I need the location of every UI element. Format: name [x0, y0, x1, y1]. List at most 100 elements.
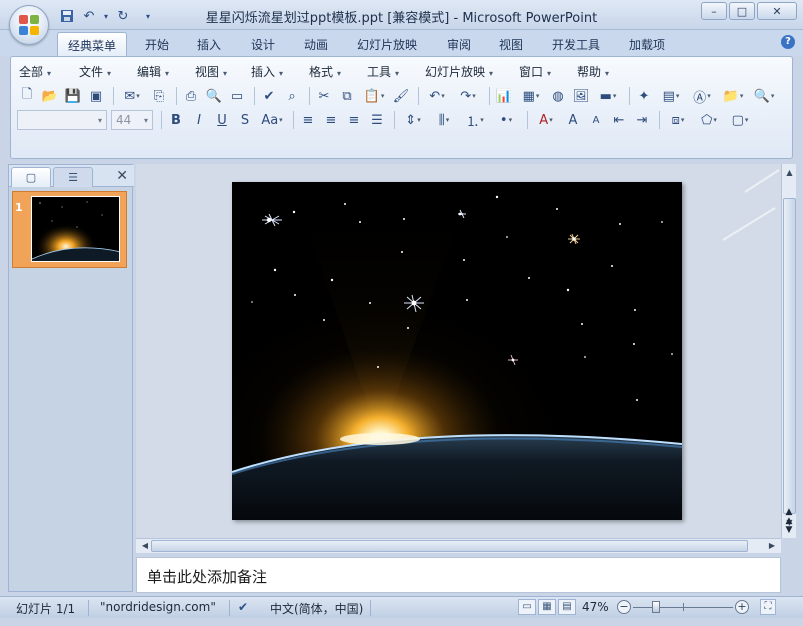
- close-icon[interactable]: ✕: [116, 168, 128, 184]
- cut-icon[interactable]: ✂: [314, 86, 334, 106]
- prev-next-slide-icon[interactable]: ▲ ▲ ▼: [783, 508, 795, 538]
- shape-outline-icon[interactable]: ▢ ▾: [726, 110, 754, 130]
- align-right-icon[interactable]: ≡: [344, 110, 364, 130]
- slideshow-view-icon[interactable]: ▤: [558, 599, 576, 615]
- email-icon[interactable]: ✉ ▾: [118, 86, 146, 106]
- picture-icon[interactable]: 🖼: [571, 86, 591, 106]
- fill-color-icon[interactable]: ▬ ▾: [594, 86, 622, 106]
- menu-all[interactable]: 全部 ▾: [19, 63, 79, 81]
- folder-icon[interactable]: 📁 ▾: [719, 86, 747, 106]
- tab-review[interactable]: 审阅: [436, 32, 482, 56]
- menu-slideshow[interactable]: 幻灯片放映 ▾: [425, 63, 519, 81]
- slide-info: 幻灯片 1/1: [16, 602, 76, 616]
- menu-help[interactable]: 帮助 ▾: [577, 63, 627, 81]
- table-icon[interactable]: ▦ ▾: [517, 86, 545, 106]
- menu-file[interactable]: 文件 ▾: [79, 63, 137, 81]
- shapes-icon[interactable]: ⬠ ▾: [695, 110, 723, 130]
- shrink-font-icon[interactable]: A: [586, 110, 606, 130]
- align-center-icon[interactable]: ≡: [321, 110, 341, 130]
- office-button[interactable]: [9, 5, 49, 45]
- notes-pane[interactable]: 单击此处添加备注: [136, 557, 781, 593]
- scroll-thumb[interactable]: [151, 540, 748, 552]
- scroll-thumb[interactable]: [783, 198, 796, 514]
- chart-icon[interactable]: 📊: [494, 86, 514, 106]
- spelling-check-icon[interactable]: ✔: [238, 600, 248, 614]
- change-case-button[interactable]: Aa ▾: [258, 110, 286, 130]
- slide-sorter-icon[interactable]: ▦: [538, 599, 556, 615]
- attachment-icon[interactable]: ⎘: [149, 86, 169, 106]
- zoom-slider-knob[interactable]: [652, 601, 660, 613]
- align-left-icon[interactable]: ≡: [298, 110, 318, 130]
- horizontal-scrollbar[interactable]: ◀ ▶: [136, 538, 781, 553]
- tab-home[interactable]: 开始: [134, 32, 180, 56]
- open-icon[interactable]: 📂: [40, 86, 60, 106]
- menu-window[interactable]: 窗口 ▾: [519, 63, 577, 81]
- menu-format[interactable]: 格式 ▾: [309, 63, 367, 81]
- research-icon[interactable]: ⌕: [282, 86, 302, 106]
- justify-icon[interactable]: ☰: [367, 110, 387, 130]
- text-box-icon[interactable]: Ⓐ ▾: [688, 86, 716, 106]
- new-slide-icon[interactable]: ✦: [634, 86, 654, 106]
- menu-edit[interactable]: 编辑 ▾: [137, 63, 195, 81]
- tab-developer[interactable]: 开发工具: [545, 32, 607, 56]
- slide[interactable]: [232, 182, 682, 520]
- tab-slideshow[interactable]: 幻灯片放映: [350, 32, 424, 56]
- clipart-icon[interactable]: ◍: [548, 86, 568, 106]
- save-icon[interactable]: 💾: [63, 86, 83, 106]
- new-icon[interactable]: 🗋: [17, 86, 37, 106]
- shadow-button[interactable]: S: [235, 110, 255, 130]
- minimize-button[interactable]: –: [701, 2, 727, 20]
- copy-icon[interactable]: ⧉: [337, 86, 357, 106]
- permission-icon[interactable]: ▣: [86, 86, 106, 106]
- underline-button[interactable]: U: [212, 110, 232, 130]
- text-direction-icon[interactable]: ⇕ ▾: [399, 110, 427, 130]
- bold-button[interactable]: B: [166, 110, 186, 130]
- zoom-icon[interactable]: 🔍 ▾: [750, 86, 778, 106]
- normal-view-icon[interactable]: ▭: [518, 599, 536, 615]
- close-button[interactable]: ✕: [757, 2, 797, 20]
- increase-indent-icon[interactable]: ⇥: [632, 110, 652, 130]
- decrease-indent-icon[interactable]: ⇤: [609, 110, 629, 130]
- font-size-combo[interactable]: 44 ▾: [111, 110, 153, 130]
- print-icon[interactable]: ⎙: [181, 86, 201, 106]
- font-color-icon[interactable]: A ▾: [532, 110, 560, 130]
- bullets-icon[interactable]: • ▾: [492, 110, 520, 130]
- tab-addins[interactable]: 加载项: [620, 32, 674, 56]
- scroll-right-icon[interactable]: ▶: [765, 539, 779, 553]
- slide-layout-icon[interactable]: ▤ ▾: [657, 86, 685, 106]
- language-label[interactable]: 中文(简体，中国): [270, 600, 363, 617]
- spelling-icon[interactable]: ✔: [259, 86, 279, 106]
- tab-animations[interactable]: 动画: [293, 32, 339, 56]
- redo-icon[interactable]: ↷ ▾: [454, 86, 482, 106]
- maximize-button[interactable]: □: [729, 2, 755, 20]
- grow-font-icon[interactable]: A: [563, 110, 583, 130]
- format-painter-icon[interactable]: 🖌: [391, 86, 411, 106]
- scroll-up-icon[interactable]: ▲: [783, 166, 796, 180]
- menu-insert[interactable]: 插入 ▾: [251, 63, 309, 81]
- numbering-icon[interactable]: ⒈ ▾: [461, 110, 489, 130]
- paste-icon[interactable]: 📋 ▾: [360, 86, 388, 106]
- tab-slides[interactable]: ▢: [11, 167, 51, 187]
- tab-insert[interactable]: 插入: [186, 32, 232, 56]
- help-icon[interactable]: ?: [781, 35, 795, 49]
- print-preview-icon[interactable]: 🔍: [204, 86, 224, 106]
- italic-button[interactable]: I: [189, 110, 209, 130]
- tab-classic-menu[interactable]: 经典菜单: [57, 32, 127, 56]
- tab-design[interactable]: 设计: [240, 32, 286, 56]
- undo-icon[interactable]: ↶ ▾: [423, 86, 451, 106]
- arrange-icon[interactable]: ⧈ ▾: [664, 110, 692, 130]
- zoom-level[interactable]: 47%: [582, 600, 609, 614]
- menu-tools[interactable]: 工具 ▾: [367, 63, 425, 81]
- font-name-combo[interactable]: ▾: [17, 110, 107, 130]
- vertical-scrollbar[interactable]: ▲ ▼: [781, 164, 796, 538]
- menu-view[interactable]: 视图 ▾: [195, 63, 251, 81]
- scroll-left-icon[interactable]: ◀: [138, 539, 152, 553]
- columns-icon[interactable]: ⫼ ▾: [430, 110, 458, 130]
- slide-thumbnail[interactable]: [31, 196, 120, 262]
- zoom-out-icon[interactable]: −: [617, 600, 631, 614]
- fit-to-window-icon[interactable]: ⛶: [760, 599, 776, 615]
- tab-view[interactable]: 视图: [488, 32, 534, 56]
- layout-icon[interactable]: ▭: [227, 86, 247, 106]
- tab-outline[interactable]: ☰: [53, 167, 93, 187]
- zoom-in-icon[interactable]: +: [735, 600, 749, 614]
